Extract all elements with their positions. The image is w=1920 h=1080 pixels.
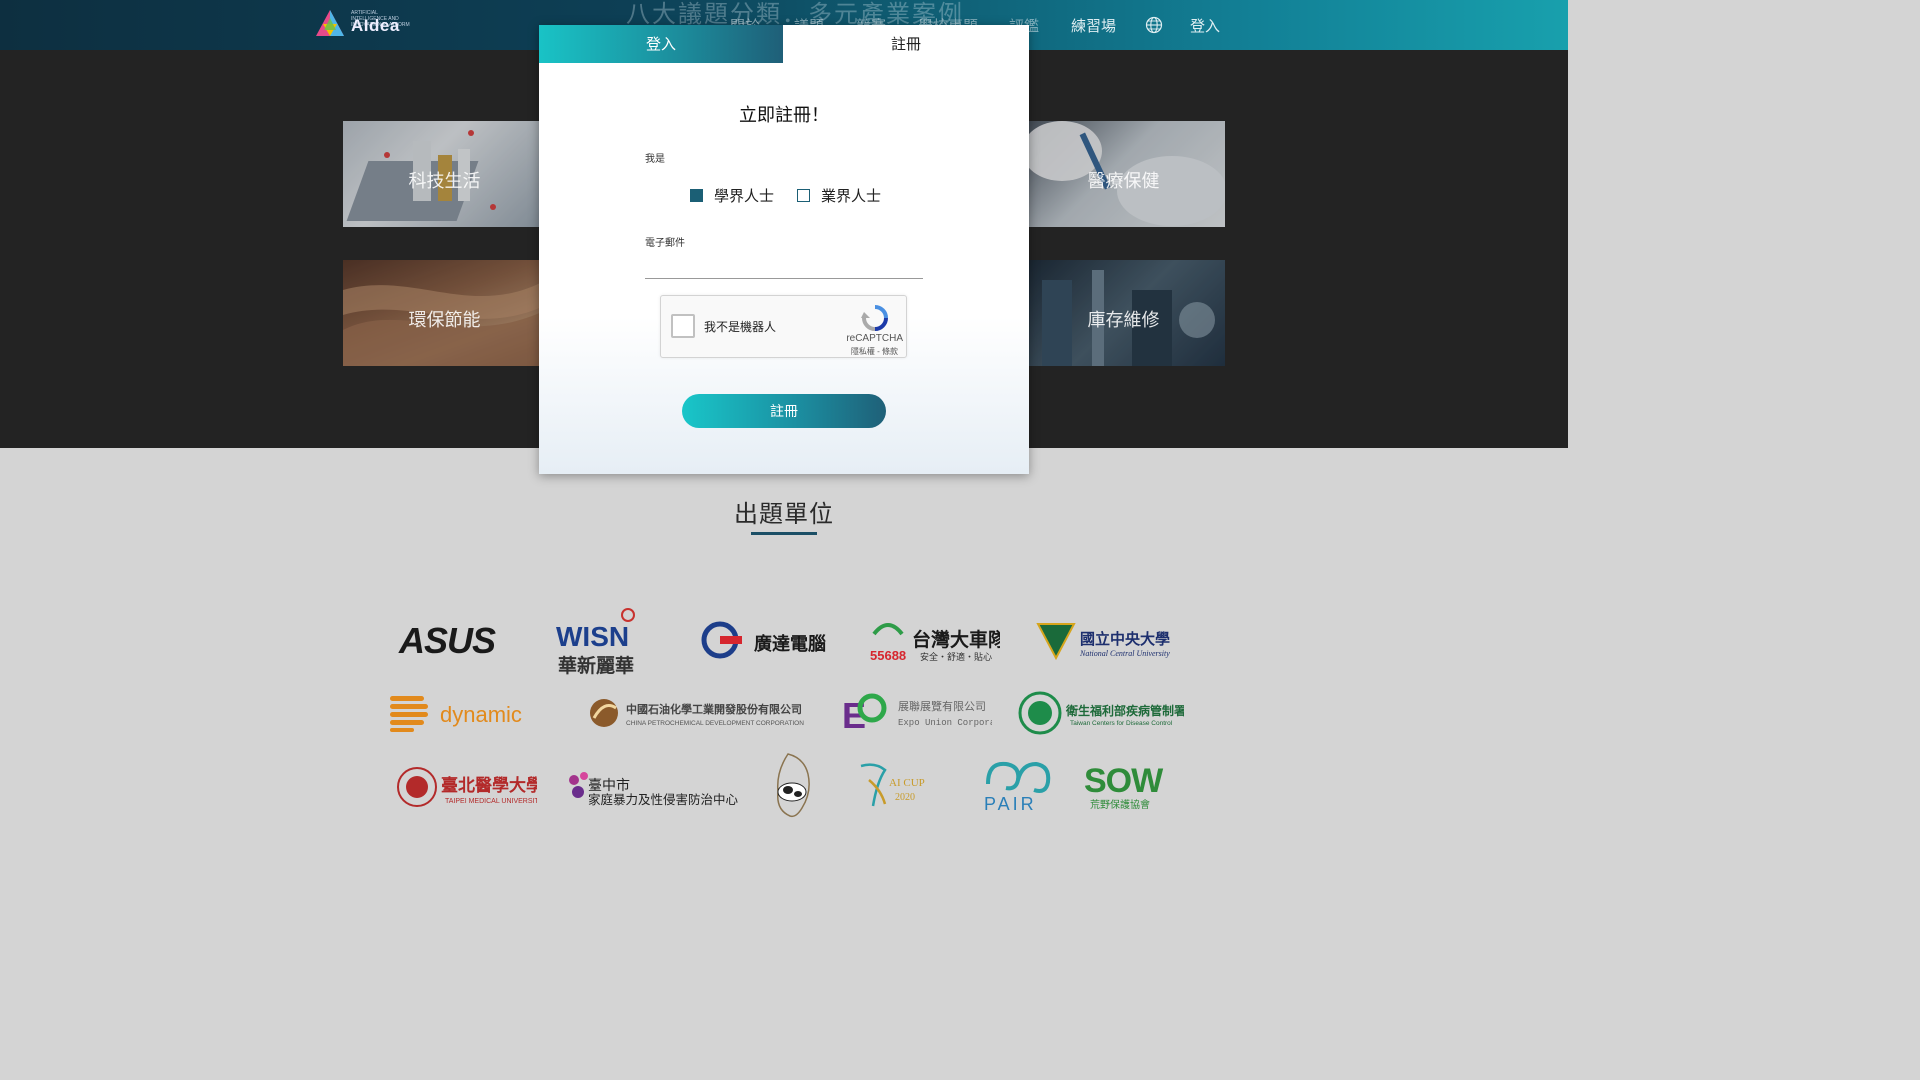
svg-text:ASUS: ASUS (398, 622, 496, 658)
expo-union-logo: E 展聯展覽有限公司 Expo Union Corporation (842, 693, 992, 734)
walsin-logo: WISN 華新麗華 (556, 608, 635, 676)
cpdc-logo: 中國石油化學工業開發股份有限公司 CHINA PETROCHEMICAL DEV… (590, 699, 804, 727)
sponsor-logo-cow[interactable] (768, 752, 818, 820)
svg-text:National Central University: National Central University (1079, 649, 1170, 658)
tab-login[interactable]: 登入 (539, 25, 783, 63)
ncu-logo: 國立中央大學 National Central University (1036, 623, 1170, 661)
svg-text:台灣大車隊: 台灣大車隊 (912, 628, 1000, 651)
svg-text:CHINA PETROCHEMICAL DEVELOPMEN: CHINA PETROCHEMICAL DEVELOPMENT CORPORAT… (626, 720, 804, 727)
terms-link[interactable]: 條款 (882, 347, 898, 356)
topic-tile-tech-life[interactable]: 科技生活 (343, 121, 546, 227)
sponsor-logo-walsin[interactable]: WISN 華新麗華 (556, 606, 652, 676)
link-separator: - (874, 347, 882, 356)
topic-tile-environment[interactable]: 環保節能 (343, 260, 546, 366)
recaptcha-icon (861, 305, 888, 331)
register-button[interactable]: 註冊 (682, 394, 886, 428)
sow-logo: SOW 荒野保護協會 (1084, 762, 1164, 810)
svg-text:WISN: WISN (556, 621, 629, 652)
privacy-link[interactable]: 隱私權 (851, 347, 875, 356)
tile-label: 庫存維修 (1087, 310, 1160, 331)
title-underline (751, 532, 817, 535)
sponsor-logo-tmu[interactable]: 臺北醫學大學 TAIPEI MEDICAL UNIVERSITY (397, 766, 537, 808)
identity-label: 我是 (645, 154, 665, 165)
taiwan-taxi-logo: 55688 台灣大車隊 安全・舒適・貼心 (870, 623, 1000, 663)
recaptcha-checkbox[interactable] (671, 314, 695, 338)
tile-label: 科技生活 (408, 171, 481, 192)
sponsor-logo-taiwan-cdc[interactable]: 衛生福利部疾病管制署 Taiwan Centers for Disease Co… (1018, 690, 1184, 736)
sponsor-logo-taichung-center[interactable]: 臺中市 家庭暴力及性侵害防治中心 (564, 766, 740, 808)
modal-heading: 立即註冊！ (739, 105, 829, 126)
sponsor-logo-taiwan-taxi[interactable]: 55688 台灣大車隊 安全・舒適・貼心 (868, 614, 1000, 664)
unchecked-box-icon[interactable] (797, 188, 810, 202)
taichung-center-logo: 臺中市 家庭暴力及性侵害防治中心 (569, 772, 739, 807)
sponsor-logo-asus[interactable]: ASUS (397, 622, 525, 658)
ai-cup-logo: AI CUP 2020 (860, 763, 925, 807)
asus-logo: ASUS (398, 622, 497, 658)
svg-text:dynamic: dynamic (440, 702, 522, 727)
email-label: 電子郵件 (645, 238, 685, 249)
svg-text:華新麗華: 華新麗華 (558, 654, 634, 676)
pair-logo: PAIR (984, 761, 1051, 814)
logo-text: AIdea (351, 16, 400, 35)
register-modal: 登入 註冊 立即註冊！ 我是 學界人士 業界人士 電子郵件 我不是機器人 reC… (539, 25, 1029, 474)
svg-text:2020: 2020 (895, 792, 915, 803)
svg-text:PAIR: PAIR (984, 794, 1037, 814)
svg-text:荒野保護協會: 荒野保護協會 (1090, 798, 1150, 810)
topic-tile-healthcare[interactable]: 醫療保健 (1022, 121, 1225, 227)
tile-label: 醫療保健 (1087, 171, 1160, 192)
svg-text:Taiwan Centers for Disease Con: Taiwan Centers for Disease Control (1070, 720, 1173, 727)
recaptcha-text: 我不是機器人 (704, 320, 777, 334)
svg-text:展聯展覽有限公司: 展聯展覽有限公司 (898, 699, 986, 713)
sponsor-logo-sow[interactable]: SOW 荒野保護協會 (1084, 760, 1164, 810)
option-industry[interactable]: 業界人士 (797, 185, 881, 205)
topic-tile-maintenance[interactable]: 庫存維修 (1022, 260, 1225, 366)
svg-text:中國石油化學工業開發股份有限公司: 中國石油化學工業開發股份有限公司 (626, 702, 802, 716)
svg-text:安全・舒適・貼心: 安全・舒適・貼心 (920, 651, 992, 663)
tab-register[interactable]: 註冊 (783, 25, 1029, 63)
svg-text:Expo Union Corporation: Expo Union Corporation (898, 718, 992, 728)
cow-logo (776, 753, 810, 818)
taiwan-cdc-logo: 衛生福利部疾病管制署 Taiwan Centers for Disease Co… (1018, 691, 1184, 735)
recaptcha-links: 隱私權 - 條款 (851, 346, 898, 357)
sponsor-logo-ncu[interactable]: 國立中央大學 National Central University (1036, 620, 1174, 662)
option-industry-label: 業界人士 (821, 186, 882, 205)
globe-icon[interactable] (1145, 16, 1163, 34)
svg-text:AI CUP: AI CUP (889, 777, 925, 789)
svg-text:TAIPEI MEDICAL UNIVERSITY: TAIPEI MEDICAL UNIVERSITY (445, 798, 537, 805)
tmu-logo: 臺北醫學大學 TAIPEI MEDICAL UNIVERSITY (397, 767, 537, 807)
recaptcha-brand: reCAPTCHA (846, 333, 903, 344)
svg-text:SOW: SOW (1084, 762, 1164, 800)
option-academic[interactable]: 學界人士 (690, 185, 774, 205)
sponsor-logo-ai-cup[interactable]: AI CUP 2020 (855, 760, 935, 810)
svg-text:家庭暴力及性侵害防治中心: 家庭暴力及性侵害防治中心 (588, 792, 739, 807)
aidea-logo-icon (316, 10, 344, 36)
checked-box-icon[interactable] (690, 188, 703, 202)
option-academic-label: 學界人士 (714, 186, 775, 205)
email-field[interactable] (645, 253, 923, 279)
sponsor-logo-quanta[interactable]: 廣達電腦 (700, 620, 832, 660)
nav-practice[interactable]: 練習場 (1071, 15, 1116, 36)
recaptcha-widget: 我不是機器人 reCAPTCHA 隱私權 - 條款 (660, 295, 907, 358)
nav-login[interactable]: 登入 (1190, 15, 1220, 36)
svg-text:55688: 55688 (870, 648, 906, 663)
sponsor-logo-dynamic[interactable]: dynamic (390, 694, 532, 732)
svg-text:衛生福利部疾病管制署: 衛生福利部疾病管制署 (1065, 703, 1184, 718)
sponsor-logo-cpdc[interactable]: 中國石油化學工業開發股份有限公司 CHINA PETROCHEMICAL DEV… (588, 696, 806, 730)
sponsors-title: 出題單位 (734, 500, 834, 528)
svg-text:廣達電腦: 廣達電腦 (754, 633, 826, 655)
svg-text:國立中央大學: 國立中央大學 (1080, 630, 1170, 648)
aidea-logo[interactable]: ARTIFICIAL INTELLIGENCE AND INNOVATION P… (314, 8, 414, 42)
svg-text:臺北醫學大學: 臺北醫學大學 (441, 775, 537, 796)
sponsor-logo-pair[interactable]: PAIR (982, 758, 1056, 814)
sponsor-logo-expo-union[interactable]: E 展聯展覽有限公司 Expo Union Corporation (842, 690, 992, 734)
dynamic-logo: dynamic (390, 696, 522, 732)
quanta-logo: 廣達電腦 (701, 621, 826, 659)
tile-label: 環保節能 (408, 310, 481, 331)
